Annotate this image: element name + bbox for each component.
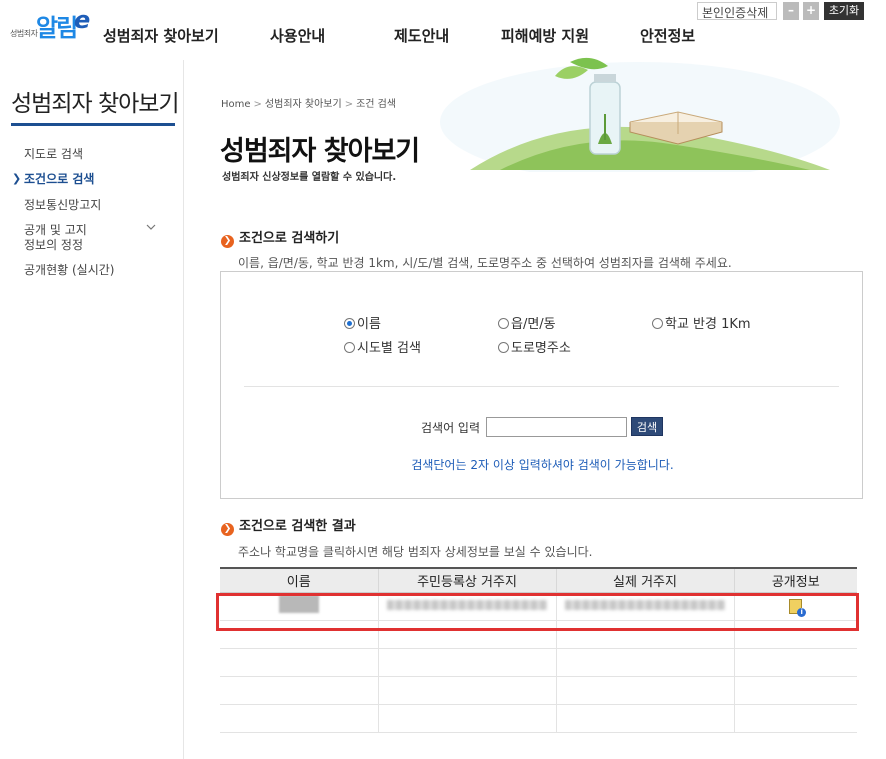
logo-mark: 알림	[36, 14, 78, 42]
search-input-label: 검색어 입력	[421, 421, 481, 435]
radio-school-radius-label: 학교 반경 1Km	[665, 317, 751, 332]
search-button[interactable]: 검색	[631, 417, 663, 436]
table-row	[220, 648, 857, 677]
breadcrumb-separator-icon: >	[344, 99, 354, 110]
sidebar-divider	[183, 60, 184, 759]
sidebar-title: 성범죄자 찾아보기	[11, 91, 180, 117]
table-row	[220, 704, 857, 733]
search-note: 검색단어는 2자 이상 입력하셔야 검색이 가능합니다.	[411, 458, 674, 472]
sidebar-item-network-notice[interactable]: 정보통신망고지	[24, 198, 101, 213]
column-header-name: 이름	[220, 567, 379, 593]
gnb-item-safety-info[interactable]: 안전정보	[640, 25, 695, 46]
column-header-public-info: 공개정보	[734, 567, 857, 593]
breadcrumb-section[interactable]: 성범죄자 찾아보기	[265, 99, 342, 110]
reset-button[interactable]: 초기화	[824, 2, 864, 20]
chevron-right-icon: ❯	[221, 235, 234, 248]
page-description: 성범죄자 신상정보를 열람할 수 있습니다.	[222, 172, 397, 183]
gnb-item-sex-offender-search[interactable]: 성범죄자 찾아보기	[103, 25, 219, 46]
form-divider	[244, 386, 839, 387]
radio-town-label: 읍/면/동	[511, 317, 556, 332]
gnb-item-victim-support[interactable]: 피해예방 지원	[501, 25, 589, 46]
result-section-title-text: 조건으로 검색한 결과	[239, 519, 356, 534]
result-highlight-box	[216, 593, 859, 631]
radio-unchecked-icon	[498, 342, 509, 353]
radio-town[interactable]: 읍/면/동	[498, 313, 556, 332]
chevron-down-icon[interactable]	[146, 222, 156, 232]
radio-unchecked-icon	[498, 318, 509, 329]
chevron-right-icon: ❯	[221, 523, 234, 536]
radio-unchecked-icon	[344, 342, 355, 353]
breadcrumb: Home > 성범죄자 찾아보기 > 조건 검색	[221, 95, 396, 110]
cert-delete-button[interactable]: 본인인증삭제	[697, 2, 777, 20]
gnb-item-system-guide[interactable]: 제도안내	[394, 25, 449, 46]
gnb-item-usage-guide[interactable]: 사용안내	[270, 25, 325, 46]
radio-checked-icon	[344, 318, 355, 329]
search-section-title: ❯ 조건으로 검색하기	[221, 227, 339, 248]
radio-road-address-label: 도로명주소	[511, 341, 571, 356]
sidebar-item-correction-line1: 공개 및 고지	[24, 223, 87, 237]
active-arrow-icon: ❯	[12, 172, 22, 185]
logo-mark-e: e	[74, 6, 91, 34]
result-table: 이름 주민등록상 거주지 실제 거주지 공개정보	[220, 567, 857, 733]
logo-tag: 성범죄자	[10, 29, 38, 38]
radio-school-radius[interactable]: 학교 반경 1Km	[652, 313, 751, 332]
sidebar-item-condition-search[interactable]: 조건으로 검색	[24, 172, 94, 187]
search-form-box: 이름 읍/면/동 학교 반경 1Km 시도별 검색 도로명주소 검색어 입력 검…	[220, 271, 863, 499]
table-row	[220, 676, 857, 705]
breadcrumb-separator-icon: >	[253, 99, 262, 110]
radio-unchecked-icon	[652, 318, 663, 329]
page-title: 성범죄자 찾아보기	[220, 136, 420, 167]
sidebar-item-correction[interactable]: 공개 및 고지 정보의 정정	[24, 223, 87, 253]
zoom-in-button[interactable]: +	[803, 2, 819, 20]
search-section-description: 이름, 읍/면/동, 학교 반경 1km, 시/도/별 검색, 도로명주소 중 …	[238, 256, 732, 270]
radio-province[interactable]: 시도별 검색	[344, 337, 421, 356]
sidebar-item-status-live[interactable]: 공개현황 (실시간)	[24, 263, 114, 278]
site-logo[interactable]: 성범죄자 알림 e	[10, 6, 98, 50]
table-header-row: 이름 주민등록상 거주지 실제 거주지 공개정보	[220, 567, 857, 593]
zoom-out-button[interactable]: –	[783, 2, 799, 20]
radio-name-label: 이름	[357, 317, 381, 332]
sidebar-title-underline	[11, 123, 175, 126]
column-header-registered-address: 주민등록상 거주지	[378, 567, 557, 593]
sidebar-item-correction-line2: 정보의 정정	[24, 238, 84, 252]
radio-province-label: 시도별 검색	[357, 341, 421, 356]
search-input[interactable]	[486, 417, 627, 437]
radio-road-address[interactable]: 도로명주소	[498, 337, 571, 356]
search-section-title-text: 조건으로 검색하기	[239, 231, 340, 246]
radio-name[interactable]: 이름	[344, 313, 381, 332]
result-section-description: 주소나 학교명을 클릭하시면 해당 범죄자 상세정보를 보실 수 있습니다.	[238, 545, 593, 559]
breadcrumb-home[interactable]: Home	[221, 99, 251, 110]
column-header-actual-address: 실제 거주지	[556, 567, 735, 593]
sidebar-item-map-search[interactable]: 지도로 검색	[24, 147, 83, 162]
breadcrumb-current: 조건 검색	[356, 99, 397, 110]
result-section-title: ❯ 조건으로 검색한 결과	[221, 515, 356, 536]
banner-illustration	[440, 57, 840, 172]
